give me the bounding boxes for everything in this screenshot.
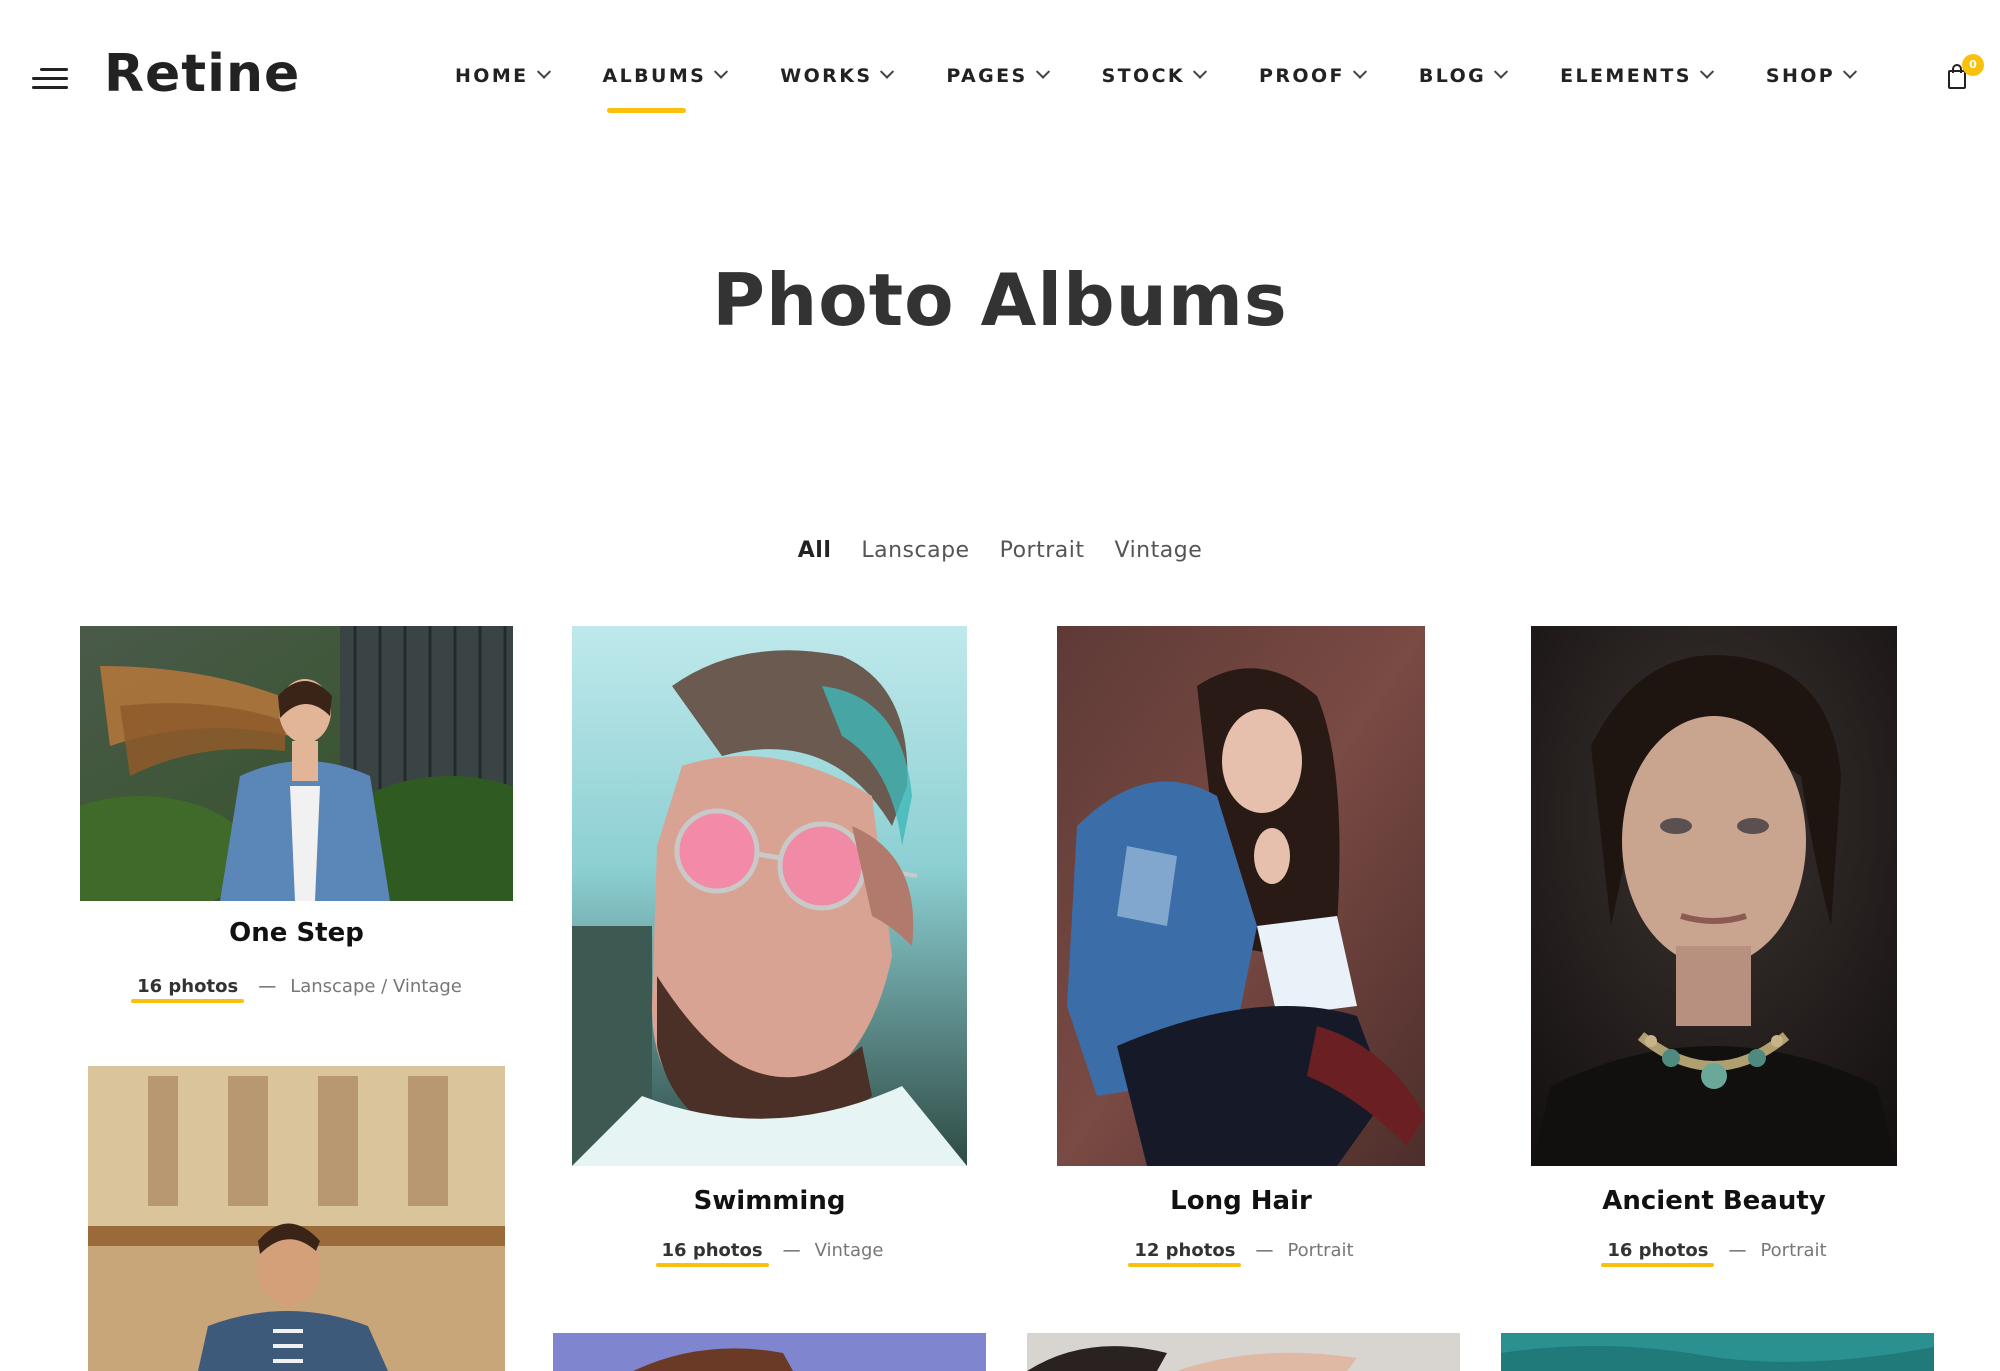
nav-item-label: HOME [455,65,529,87]
nav-item-works[interactable]: WORKS [780,56,895,96]
chevron-down-icon [1035,64,1050,79]
separator: — [782,1240,801,1261]
nav-item-label: PROOF [1259,65,1345,87]
nav-item-home[interactable]: HOME [455,56,551,96]
album-thumbnail[interactable] [88,1066,505,1371]
photo-image [572,626,967,1166]
page-title: Photo Albums [712,258,1288,342]
main-nav: HOME ALBUMS WORKS PAGES STOCK PROOF BLOG… [455,56,1858,113]
photo-count-link[interactable]: 12 photos [1128,1240,1242,1267]
chevron-down-icon [1843,64,1858,79]
hamburger-menu-icon[interactable] [32,64,72,94]
album-tags: Vintage [814,1240,884,1261]
album-thumbnail[interactable] [553,1333,986,1371]
photo-image [1501,1333,1934,1371]
filter-vintage[interactable]: Vintage [1115,538,1203,563]
album-title[interactable]: Ancient Beauty [1531,1186,1897,1216]
nav-item-label: ELEMENTS [1560,65,1692,87]
separator: — [1255,1240,1274,1261]
photo-image [1531,626,1897,1166]
chevron-down-icon [880,64,895,79]
nav-item-pages[interactable]: PAGES [946,56,1050,96]
album-meta: 12 photos — Portrait [1057,1240,1425,1267]
album-thumbnail-one-step[interactable] [80,626,513,901]
chevron-down-icon [1352,64,1367,79]
photo-count-link[interactable]: 16 photos [655,1240,769,1267]
nav-item-label: SHOP [1765,65,1836,87]
nav-item-label: STOCK [1101,65,1186,87]
filter-portrait[interactable]: Portrait [1000,538,1085,563]
album-meta: 16 photos — Lanscape / Vintage [80,976,513,1003]
chevron-down-icon [536,64,551,79]
separator: — [1728,1240,1747,1261]
album-thumbnail-swimming[interactable] [572,626,967,1166]
nav-item-blog[interactable]: BLOG [1418,56,1509,96]
bag-body [1948,70,1966,89]
filter-lanscape[interactable]: Lanscape [861,538,969,563]
album-meta: 16 photos — Vintage [572,1240,967,1267]
album-title[interactable]: Swimming [572,1186,967,1216]
album-title[interactable]: Long Hair [1057,1186,1425,1216]
photo-count-link[interactable]: 16 photos [1601,1240,1715,1267]
album-thumbnail[interactable] [1501,1333,1934,1371]
photo-image [80,626,513,901]
nav-item-label: ALBUMS [602,65,707,87]
album-thumbnail[interactable] [1027,1333,1460,1371]
chevron-down-icon [1192,64,1208,79]
chevron-down-icon [1699,64,1714,79]
photo-count-link[interactable]: 16 photos [131,976,245,1003]
album-filters: All Lanscape Portrait Vintage [0,538,2000,563]
album-tags: Portrait [1287,1240,1354,1261]
album-meta: 16 photos — Portrait [1531,1240,1897,1267]
album-tags: Lanscape / Vintage [290,976,462,997]
nav-item-label: PAGES [946,65,1028,87]
filter-all[interactable]: All [798,538,832,563]
nav-item-label: BLOG [1418,65,1487,87]
cart-count-badge: 0 [1962,54,1984,76]
album-thumbnail-ancient-beauty[interactable] [1531,626,1897,1166]
site-header: Retine HOME ALBUMS WORKS PAGES STOCK PRO… [0,0,2000,155]
photo-image [1057,626,1425,1166]
album-tags: Portrait [1760,1240,1827,1261]
nav-item-proof[interactable]: PROOF [1259,56,1367,96]
shopping-bag-icon[interactable]: 0 [1946,54,1984,90]
nav-item-elements[interactable]: ELEMENTS [1560,56,1714,96]
photo-image [1027,1333,1460,1371]
nav-item-albums[interactable]: ALBUMS [602,56,729,113]
nav-item-shop[interactable]: SHOP [1765,56,1858,96]
photo-image [553,1333,986,1371]
chevron-down-icon [714,64,729,79]
chevron-down-icon [1494,64,1509,79]
nav-item-stock[interactable]: STOCK [1101,56,1208,96]
separator: — [258,976,277,997]
album-thumbnail-long-hair[interactable] [1057,626,1425,1166]
nav-item-label: WORKS [780,65,873,87]
site-logo[interactable]: Retine [104,44,300,104]
photo-image [88,1066,505,1371]
album-title[interactable]: One Step [80,918,513,948]
